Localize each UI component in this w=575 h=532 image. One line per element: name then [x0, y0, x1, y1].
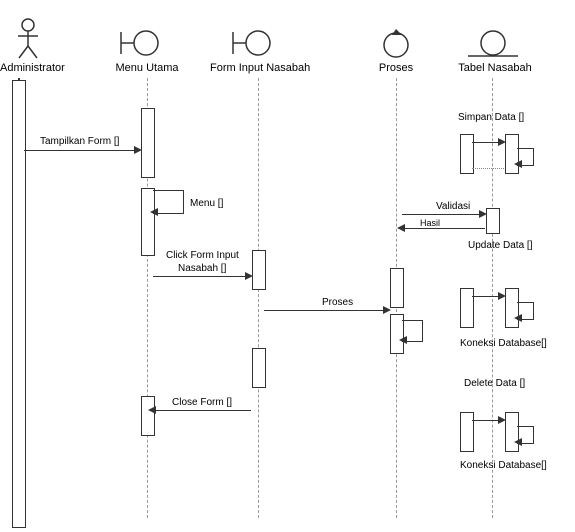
activation-bar	[252, 250, 266, 290]
entity-icon	[466, 28, 520, 65]
arrow	[264, 310, 389, 311]
activation-bar	[460, 412, 474, 452]
activation-bar	[12, 80, 26, 528]
arrow-head-icon	[383, 306, 391, 314]
msg-proses: Proses	[322, 297, 353, 308]
msg-click-form-1: Click Form Input	[166, 250, 239, 261]
label-administrator: Administrator	[0, 62, 60, 74]
arrow	[153, 276, 251, 277]
label-menu-utama: Menu Utama	[112, 62, 182, 74]
msg-tampilkan: Tampilkan Form []	[40, 136, 119, 147]
lifeline-tabel	[492, 78, 493, 518]
boundary-icon	[230, 30, 274, 61]
return-arrow	[472, 168, 504, 169]
arrow-head-icon	[134, 146, 142, 154]
msg-delete: Delete Data []	[464, 378, 525, 389]
msg-validasi: Validasi	[436, 201, 470, 212]
msg-close-form: Close Form []	[172, 397, 232, 408]
msg-simpan: Simpan Data []	[458, 112, 524, 123]
msg-koneksi2: Koneksi Database[]	[460, 460, 547, 471]
arrow-head-icon	[498, 138, 506, 146]
activation-bar	[460, 288, 474, 328]
actor-icon	[14, 18, 42, 60]
activation-bar	[252, 348, 266, 388]
arrow-head-icon	[399, 336, 407, 344]
activation-bar	[141, 396, 155, 436]
arrow	[24, 150, 140, 151]
arrow-head-icon	[514, 314, 522, 322]
msg-click-form-2: Nasabah []	[178, 263, 226, 274]
msg-menu: Menu []	[190, 198, 223, 209]
control-icon	[381, 28, 411, 63]
label-tabel-nasabah: Tabel Nasabah	[455, 62, 535, 74]
activation-bar	[486, 208, 500, 234]
arrow-head-icon	[148, 406, 156, 414]
arrow-head-icon	[397, 224, 405, 232]
arrow	[153, 410, 251, 411]
msg-koneksi1: Koneksi Database[]	[460, 338, 547, 349]
sequence-diagram: Administrator Menu Utama Form Input Nasa…	[0, 0, 575, 532]
msg-update: Update Data []	[468, 240, 532, 251]
arrow-head-icon	[514, 160, 522, 168]
boundary-icon	[118, 30, 162, 61]
arrow-head-icon	[479, 210, 487, 218]
lifeline-form	[258, 78, 259, 518]
arrow-head-icon	[245, 272, 253, 280]
arrow-head-icon	[498, 292, 506, 300]
activation-bar	[141, 108, 155, 178]
activation-bar	[390, 268, 404, 308]
label-proses: Proses	[375, 62, 417, 74]
arrow-head-icon	[498, 416, 506, 424]
arrow	[402, 214, 485, 215]
arrow-head-icon	[514, 438, 522, 446]
msg-hasil: Hasil	[420, 218, 440, 228]
arrow	[402, 228, 485, 229]
arrow-head-icon	[150, 208, 158, 216]
label-form-input: Form Input Nasabah	[210, 62, 310, 74]
